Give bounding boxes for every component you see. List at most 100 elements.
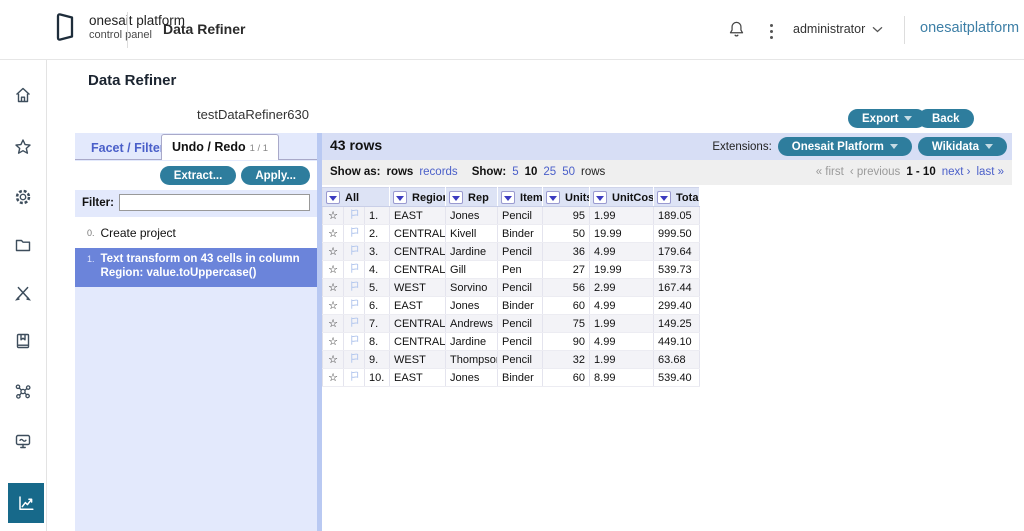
- flag-icon[interactable]: [344, 207, 365, 225]
- left-panel: Facet / Filter Undo / Redo1 / 1 Extract.…: [75, 133, 317, 531]
- star-icon[interactable]: ☆: [323, 225, 344, 243]
- back-button[interactable]: Back: [918, 109, 974, 128]
- star-icon[interactable]: ☆: [323, 315, 344, 333]
- data-table: All Region Rep Item Units UnitCost Total…: [322, 187, 700, 387]
- column-menu-dropdown-icon[interactable]: [657, 191, 671, 204]
- pagination-last[interactable]: last »: [977, 166, 1005, 178]
- cell-item: Pencil: [498, 315, 543, 333]
- star-icon[interactable]: ☆: [323, 297, 344, 315]
- table-row: ☆ 6. EAST Jones Binder 60 4.99 299.40: [323, 297, 700, 315]
- flag-icon[interactable]: [344, 297, 365, 315]
- column-menu-dropdown-icon[interactable]: [393, 191, 407, 204]
- flag-icon[interactable]: [344, 225, 365, 243]
- sidebar-item-tools[interactable]: [0, 273, 46, 313]
- show-as-records-option[interactable]: records: [419, 166, 457, 178]
- extension-button-label: Onesait Platform: [792, 141, 884, 153]
- page-size-5[interactable]: 5: [512, 166, 518, 178]
- notifications-bell-icon[interactable]: [728, 20, 745, 43]
- show-as-rows-option[interactable]: rows: [386, 166, 413, 178]
- page-size-10-active[interactable]: 10: [525, 166, 538, 178]
- table-header-row: All Region Rep Item Units UnitCost Total: [323, 188, 700, 207]
- flag-icon[interactable]: [344, 369, 365, 387]
- star-icon[interactable]: ☆: [323, 279, 344, 297]
- table-row: ☆ 7. CENTRAL Andrews Pencil 75 1.99 149.…: [323, 315, 700, 333]
- brand-link[interactable]: onesaitplatform: [920, 20, 1019, 36]
- star-icon[interactable]: ☆: [323, 351, 344, 369]
- sidebar-item-repository[interactable]: [0, 321, 46, 361]
- star-icon[interactable]: ☆: [323, 207, 344, 225]
- flag-icon[interactable]: [344, 315, 365, 333]
- export-button[interactable]: Export: [848, 109, 926, 128]
- undo-redo-controls: Extract... Apply...: [75, 161, 317, 190]
- chevron-down-icon: [872, 26, 883, 33]
- caret-down-icon: [904, 116, 912, 121]
- caret-down-icon: [985, 144, 993, 149]
- more-options-kebab-icon[interactable]: [768, 22, 775, 41]
- cell-unitcost: 1.99: [590, 315, 654, 333]
- cell-item: Pen: [498, 261, 543, 279]
- column-label: UnitCost: [612, 192, 654, 204]
- cell-total: 63.68: [654, 351, 700, 369]
- flag-icon[interactable]: [344, 261, 365, 279]
- filter-input[interactable]: [119, 194, 310, 211]
- extract-button[interactable]: Extract...: [160, 166, 237, 185]
- flag-icon[interactable]: [344, 279, 365, 297]
- gear-icon: [13, 187, 33, 207]
- apply-button[interactable]: Apply...: [241, 166, 310, 185]
- cell-item: Pencil: [498, 243, 543, 261]
- table-row: ☆ 1. EAST Jones Pencil 95 1.99 189.05: [323, 207, 700, 225]
- extension-wikidata-button[interactable]: Wikidata: [918, 137, 1007, 156]
- export-button-label: Export: [862, 113, 898, 125]
- history-item-create-project[interactable]: 0. Create project: [75, 222, 317, 245]
- column-menu-dropdown-icon[interactable]: [326, 191, 340, 204]
- cell-units: 60: [543, 369, 590, 387]
- sidebar-item-dashboards[interactable]: [0, 421, 46, 461]
- star-icon[interactable]: ☆: [323, 261, 344, 279]
- table-row: ☆ 5. WEST Sorvino Pencil 56 2.99 167.44: [323, 279, 700, 297]
- cell-item: Pencil: [498, 207, 543, 225]
- history-item-text-transform-selected[interactable]: 1. Text transform on 43 cells in column …: [75, 248, 317, 287]
- cell-units: 95: [543, 207, 590, 225]
- column-menu-dropdown-icon[interactable]: [546, 191, 560, 204]
- cell-units: 75: [543, 315, 590, 333]
- column-header-all: All: [323, 188, 390, 207]
- table-row: ☆ 8. CENTRAL Jardine Pencil 90 4.99 449.…: [323, 333, 700, 351]
- table-row: ☆ 3. CENTRAL Jardine Pencil 36 4.99 179.…: [323, 243, 700, 261]
- sidebar-item-favorites[interactable]: [0, 127, 46, 167]
- cell-unitcost: 4.99: [590, 297, 654, 315]
- tab-undo-redo[interactable]: Undo / Redo1 / 1: [161, 134, 279, 160]
- flag-icon[interactable]: [344, 243, 365, 261]
- sidebar-item-settings[interactable]: [0, 177, 46, 217]
- page-size-25[interactable]: 25: [543, 166, 556, 178]
- cell-total: 299.40: [654, 297, 700, 315]
- pagination-next[interactable]: next ›: [942, 166, 971, 178]
- extension-onesait-platform-button[interactable]: Onesait Platform: [778, 137, 912, 156]
- star-icon[interactable]: ☆: [323, 369, 344, 387]
- flag-icon[interactable]: [344, 351, 365, 369]
- tab-facet-filter[interactable]: Facet / Filter: [83, 138, 173, 158]
- column-menu-dropdown-icon[interactable]: [449, 191, 463, 204]
- column-menu-dropdown-icon[interactable]: [501, 191, 515, 204]
- sidebar-item-flows[interactable]: [0, 371, 46, 411]
- cell-total: 149.25: [654, 315, 700, 333]
- left-panel-tabs: Facet / Filter Undo / Redo1 / 1: [75, 133, 317, 160]
- star-icon[interactable]: ☆: [323, 243, 344, 261]
- grid-area: 43 rows Extensions: Onesait Platform Wik…: [322, 133, 1012, 531]
- column-label: Region: [412, 192, 446, 204]
- table-row: ☆ 9. WEST Thompson Pencil 32 1.99 63.68: [323, 351, 700, 369]
- column-menu-dropdown-icon[interactable]: [593, 191, 607, 204]
- star-icon[interactable]: ☆: [323, 333, 344, 351]
- page-size-50[interactable]: 50: [562, 166, 575, 178]
- sidebar-item-analytics-active[interactable]: [8, 483, 44, 523]
- user-menu[interactable]: administrator: [793, 22, 883, 36]
- history-item-index: 0.: [87, 226, 95, 240]
- sidebar-item-projects[interactable]: [0, 225, 46, 265]
- sidebar-item-home[interactable]: [0, 75, 46, 115]
- flag-icon[interactable]: [344, 333, 365, 351]
- onesait-logo-icon: [50, 11, 80, 43]
- row-number: 9.: [365, 351, 390, 369]
- rows-suffix-label: rows: [581, 166, 605, 178]
- sidebar: [0, 60, 47, 531]
- history-item-text: Text transform on 43 cells in column Reg…: [101, 252, 309, 280]
- column-header-unitcost: UnitCost: [590, 188, 654, 207]
